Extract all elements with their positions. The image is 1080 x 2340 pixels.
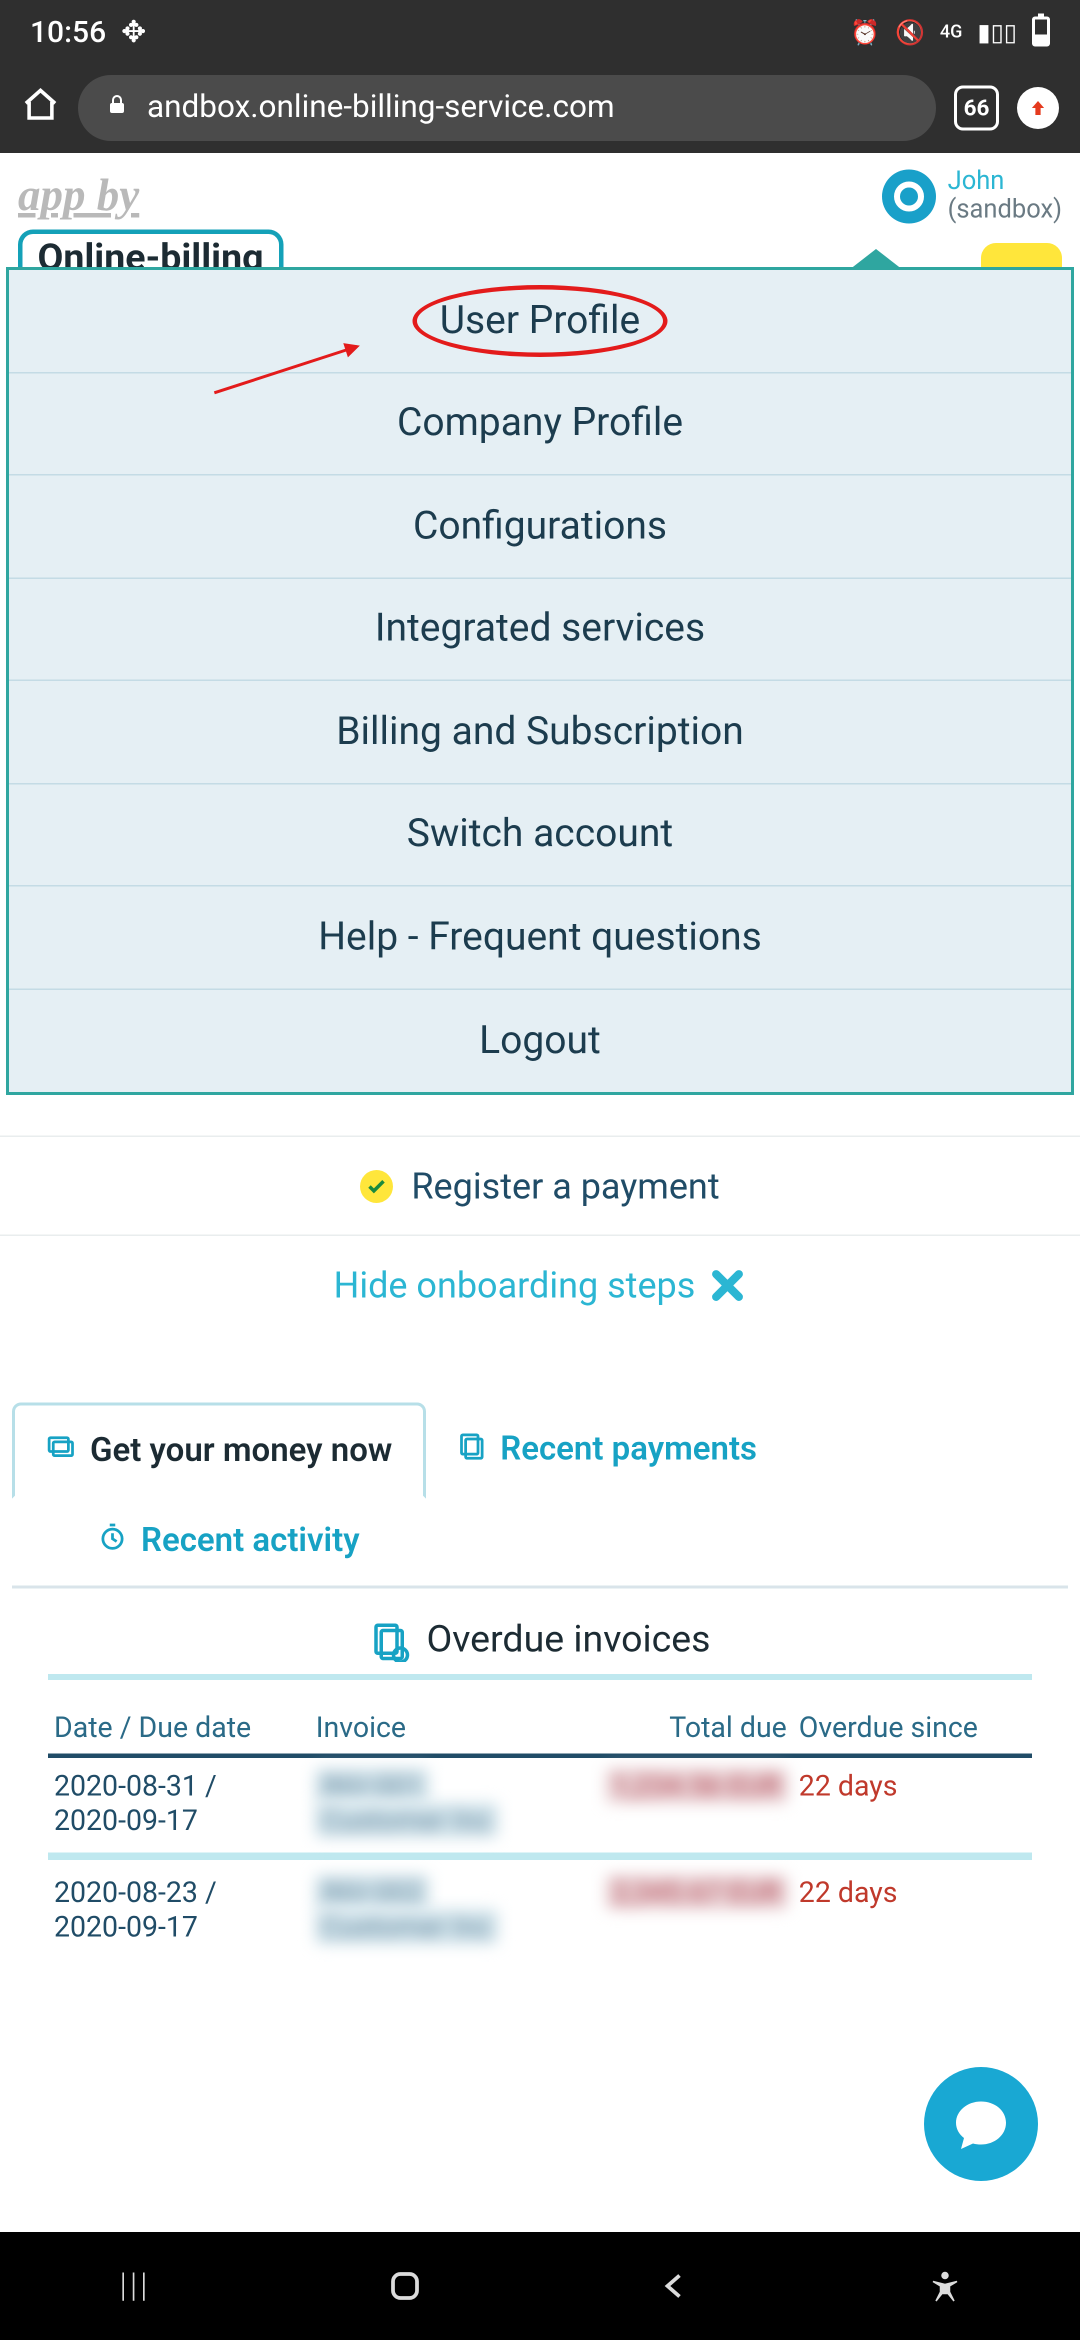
status-time: 10:56 bbox=[30, 14, 106, 50]
app-hint-icon: ✥ bbox=[121, 14, 146, 50]
home-button[interactable] bbox=[384, 2265, 426, 2307]
dropdown-user-profile[interactable]: User Profile bbox=[9, 270, 1071, 373]
app-header: app by John (sandbox) bbox=[0, 153, 1080, 224]
browser-toolbar: andbox.online-billing-service.com 66 bbox=[0, 63, 1080, 153]
col-date: Date / Due date bbox=[48, 1702, 310, 1755]
user-name: John bbox=[948, 167, 1005, 197]
col-invoice: Invoice bbox=[310, 1702, 552, 1755]
user-menu-trigger[interactable]: John (sandbox) bbox=[882, 168, 1062, 224]
battery-icon bbox=[1032, 17, 1050, 47]
annotation-oval bbox=[413, 285, 668, 357]
alarm-icon: ⏰ bbox=[850, 17, 880, 46]
user-env: (sandbox) bbox=[948, 195, 1062, 225]
tab-recent-activity[interactable]: Recent activity bbox=[12, 1496, 390, 1586]
mute-icon: 🔇 bbox=[895, 17, 925, 46]
tab-recent-payments[interactable]: Recent payments bbox=[425, 1403, 787, 1496]
signal-icon: ▮▯▯ bbox=[977, 17, 1017, 46]
chat-button[interactable] bbox=[924, 2067, 1038, 2181]
table-row[interactable]: 2020-08-23 /2020-09-17 INV-002Customer I… bbox=[48, 1857, 1032, 1960]
user-dropdown: User Profile Company Profile Configurati… bbox=[6, 267, 1074, 1095]
home-icon[interactable] bbox=[21, 86, 60, 131]
dropdown-billing[interactable]: Billing and Subscription bbox=[9, 681, 1071, 784]
col-total: Total due bbox=[552, 1702, 793, 1755]
dropdown-integrated-services[interactable]: Integrated services bbox=[9, 578, 1071, 681]
money-icon bbox=[45, 1430, 78, 1472]
tab-get-money-now[interactable]: Get your money now bbox=[12, 1403, 425, 1499]
tab-count[interactable]: 66 bbox=[954, 86, 999, 131]
address-bar[interactable]: andbox.online-billing-service.com bbox=[78, 75, 936, 141]
back-button[interactable] bbox=[654, 2265, 696, 2307]
lock-icon bbox=[105, 90, 129, 126]
dropdown-help[interactable]: Help - Frequent questions bbox=[9, 887, 1071, 990]
dropdown-switch-account[interactable]: Switch account bbox=[9, 784, 1071, 887]
overdue-invoices-panel: Overdue invoices Date / Due date Invoice… bbox=[12, 1598, 1068, 1960]
onboarding-hide-steps[interactable]: Hide onboarding steps bbox=[0, 1235, 1080, 1334]
check-icon bbox=[360, 1170, 393, 1203]
table-row[interactable]: 2020-08-31 /2020-09-17 INV-001Customer I… bbox=[48, 1754, 1032, 1857]
url-text: andbox.online-billing-service.com bbox=[147, 90, 615, 126]
close-icon bbox=[707, 1266, 746, 1305]
invoices-icon bbox=[369, 1620, 411, 1662]
avatar-icon bbox=[882, 169, 936, 223]
dropdown-logout[interactable]: Logout bbox=[9, 989, 1071, 1092]
status-bar: 10:56 ✥ ⏰ 🔇 4G ▮▯▯ bbox=[0, 0, 1080, 63]
panel-title: Overdue invoices bbox=[12, 1598, 1068, 1675]
overdue-table: Date / Due date Invoice Total due Overdu… bbox=[48, 1702, 1032, 1960]
dropdown-company-profile[interactable]: Company Profile bbox=[9, 373, 1071, 476]
recents-button[interactable]: ||| bbox=[114, 2265, 156, 2307]
chat-icon bbox=[951, 2094, 1011, 2154]
update-icon[interactable] bbox=[1017, 87, 1059, 129]
network-label: 4G bbox=[940, 21, 963, 42]
panel-divider bbox=[48, 1675, 1032, 1681]
activity-icon bbox=[96, 1520, 129, 1562]
android-navbar: ||| bbox=[0, 2232, 1080, 2340]
col-since: Overdue since bbox=[793, 1702, 1032, 1755]
onboarding-register-payment[interactable]: Register a payment bbox=[0, 1136, 1080, 1235]
payments-icon bbox=[455, 1429, 488, 1471]
app-logo: app by bbox=[18, 171, 139, 222]
accessibility-button[interactable] bbox=[924, 2265, 966, 2307]
dashboard-tabs: Get your money now Recent payments Recen… bbox=[12, 1403, 1068, 1589]
dropdown-configurations[interactable]: Configurations bbox=[9, 476, 1071, 579]
